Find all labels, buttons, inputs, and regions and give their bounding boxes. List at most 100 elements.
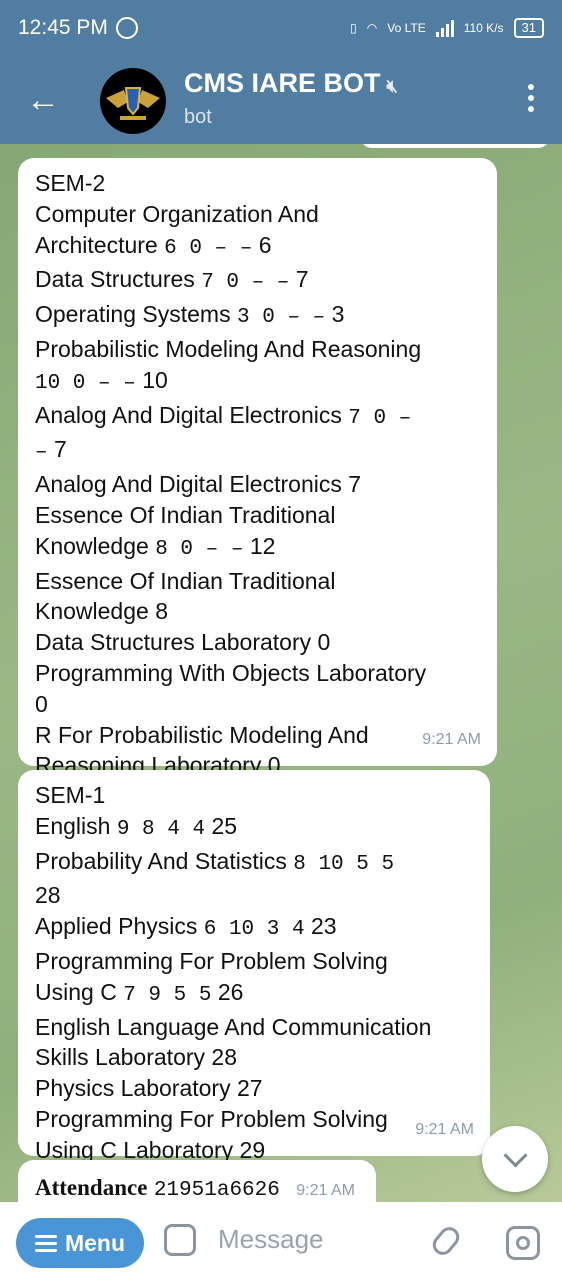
message-list[interactable]: SEM-2 Computer Organization And Architec… <box>0 144 562 1202</box>
line-total: 3 <box>331 301 345 328</box>
chat-subtitle: bot <box>184 106 212 128</box>
speed-label: 110 K/s <box>463 21 504 35</box>
line-text: Knowledge <box>35 532 149 559</box>
attendance-label: Attendance <box>35 1175 148 1200</box>
line-text: Physics Laboratory <box>35 1075 231 1102</box>
line-text: 0 <box>35 690 48 717</box>
chat-title[interactable]: CMS IARE BOT 🔇︎ <box>184 68 398 99</box>
message-bubble[interactable]: SEM-1 English 9 8 4 4 25 Probability And… <box>18 770 490 1163</box>
composer: Menu Message <box>0 1202 562 1280</box>
message-line: Probabilistic Modeling And Reasoning <box>35 334 480 365</box>
message-line: 28 <box>35 880 473 911</box>
message-line: Skills Laboratory 28 <box>35 1042 473 1073</box>
message-line: Physics Laboratory 27 <box>35 1073 473 1104</box>
line-total: 10 <box>142 366 168 393</box>
message-line: Analog And Digital Electronics 7 <box>35 469 480 500</box>
line-text: Knowledge <box>35 598 149 625</box>
message-line: Knowledge 8 0 – – 12 <box>35 531 480 566</box>
line-marks: 7 9 5 5 <box>123 983 212 1007</box>
message-line: Probability And Statistics 8 10 5 5 <box>35 846 473 881</box>
line-text: Probabilistic Modeling And Reasoning <box>35 335 422 362</box>
mute-icon: 🔇︎ <box>386 76 398 96</box>
message-bubble[interactable]: Attendance 21951a6626 9:21 AM <box>18 1160 376 1202</box>
message-line: 10 0 – – 10 <box>35 365 480 400</box>
line-text: Analog And Digital Electronics <box>35 401 342 428</box>
battery-icon: 31 <box>513 18 544 38</box>
line-text: SEM-2 <box>35 170 106 196</box>
line-marks: 9 8 4 4 <box>116 817 206 841</box>
message-bubble[interactable]: SEM-2 Computer Organization And Architec… <box>18 158 497 778</box>
line-total: 12 <box>249 532 276 559</box>
previous-message-edge <box>360 144 550 148</box>
line-text: Programming For Problem Solving <box>35 947 388 974</box>
message-line: Analog And Digital Electronics 7 0 – <box>35 400 480 435</box>
line-text: Skills Laboratory <box>35 1044 206 1071</box>
line-total: 0 <box>317 629 331 656</box>
message-time: 9:21 AM <box>422 731 481 749</box>
line-text: Data Structures Laboratory <box>35 629 312 656</box>
vibrate-icon: ▯ <box>350 21 357 35</box>
status-bar: 12:45 PM ▯ ◠ Vo LTE 110 K/s 31 <box>0 0 562 56</box>
roll-number: 21951a6626 <box>153 1179 280 1202</box>
line-total: 29 <box>239 1136 266 1163</box>
message-line: English Language And Communication <box>35 1012 473 1043</box>
line-text: R For Probabilistic Modeling And <box>35 721 369 748</box>
line-marks: – <box>35 441 48 465</box>
line-text: Essence Of Indian Traditional <box>35 501 336 528</box>
line-text: Applied Physics <box>35 913 198 940</box>
line-text: Analog And Digital Electronics <box>35 471 342 498</box>
message-line: SEM-1 <box>35 780 473 811</box>
message-line: Applied Physics 6 10 3 4 23 <box>35 911 473 946</box>
line-total: 7 <box>295 266 309 293</box>
whatsapp-icon <box>115 17 138 39</box>
message-line: Programming For Problem Solving <box>35 946 473 977</box>
line-total: 7 <box>348 471 362 498</box>
back-arrow-icon[interactable]: ← <box>26 80 60 120</box>
avatar[interactable] <box>100 68 166 134</box>
line-text: SEM-1 <box>35 782 106 808</box>
line-total: 28 <box>211 1044 238 1071</box>
line-text: Data Structures <box>35 266 195 293</box>
message-line: Data Structures Laboratory 0 <box>35 627 480 658</box>
line-marks: 7 0 – <box>348 406 412 430</box>
line-total: 25 <box>211 812 238 839</box>
more-options-icon[interactable] <box>528 84 534 112</box>
line-total: 7 <box>54 436 67 463</box>
line-total: 27 <box>236 1075 263 1102</box>
line-text: Essence Of Indian Traditional <box>35 567 336 594</box>
message-line: English 9 8 4 4 25 <box>35 811 473 846</box>
menu-button[interactable]: Menu <box>16 1218 144 1268</box>
scroll-down-button[interactable] <box>482 1126 548 1192</box>
message-time: 9:21 AM <box>296 1182 355 1199</box>
line-marks: 8 0 – – <box>155 537 244 561</box>
line-text: English Language And Communication <box>35 1013 432 1040</box>
line-text: Probability And Statistics <box>35 847 287 874</box>
line-text: Architecture <box>35 231 158 258</box>
message-line: 0 <box>35 689 480 720</box>
line-text: 28 <box>35 882 61 909</box>
line-marks: 6 0 – – <box>164 236 253 260</box>
message-line: Data Structures 7 0 – – 7 <box>35 264 480 299</box>
line-text: English <box>35 812 111 839</box>
line-marks: 8 10 5 5 <box>293 852 395 876</box>
signal-icon <box>435 19 454 37</box>
status-time: 12:45 PM <box>18 16 108 39</box>
menu-icon <box>34 1234 57 1252</box>
message-line: Knowledge 8 <box>35 596 480 627</box>
line-marks: 7 0 – – <box>201 271 290 295</box>
attach-icon[interactable] <box>428 1223 464 1259</box>
line-total: 26 <box>217 978 244 1005</box>
status-icons: ▯ ◠ Vo LTE 110 K/s 31 <box>350 18 544 38</box>
message-input[interactable]: Message <box>218 1224 324 1255</box>
message-line: – 7 <box>35 434 480 469</box>
camera-icon[interactable] <box>506 1226 540 1260</box>
message-text: SEM-1 English 9 8 4 4 25 Probability And… <box>35 780 473 1166</box>
emoji-icon[interactable] <box>164 1224 196 1256</box>
line-text: Programming For Problem Solving <box>35 1105 388 1132</box>
message-time: 9:21 AM <box>415 1121 474 1139</box>
line-marks: 3 0 – – <box>236 306 326 330</box>
chat-header: ← CMS IARE BOT 🔇︎ bot <box>0 56 562 144</box>
message-text: SEM-2 Computer Organization And Architec… <box>35 168 480 781</box>
message-line: R For Probabilistic Modeling And <box>35 720 480 751</box>
chevron-down-icon <box>502 1142 528 1168</box>
